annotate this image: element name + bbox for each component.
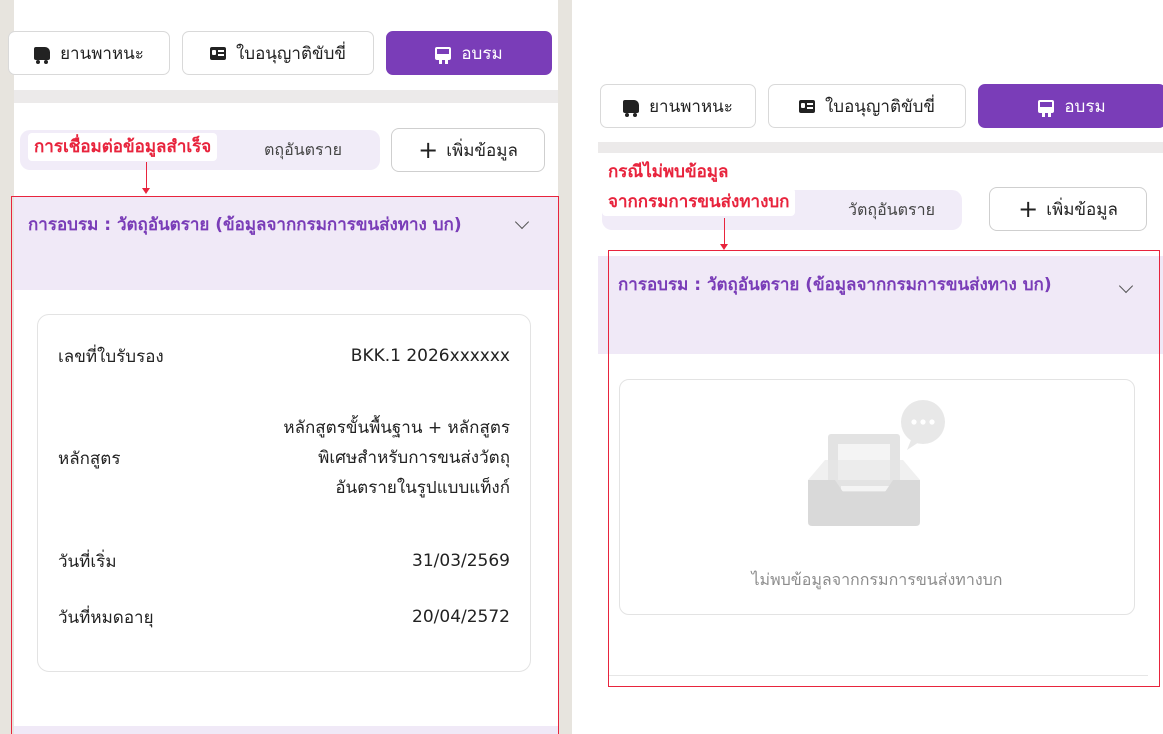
truck-icon (623, 99, 640, 117)
tab-vehicle[interactable]: ยานพาหนะ (600, 84, 756, 128)
id-card-icon (798, 99, 815, 113)
tab-training[interactable]: อบรม (978, 84, 1163, 128)
right-panel-not-found-state: ยานพาหนะ ใบอนุญาติขับขี่ อบรม วัตถุอันตร… (598, 63, 1163, 734)
left-panel-success-state: ยานพาหนะ ใบอนุญาติขับขี่ อบรม ตถุอันตราย… (0, 0, 572, 734)
add-data-button[interactable]: + เพิ่มข้อมูล (391, 128, 545, 172)
tab-vehicle-label: ยานพาหนะ (60, 43, 144, 64)
divider (14, 90, 558, 103)
plus-icon: + (418, 136, 439, 164)
truck-icon (34, 46, 51, 64)
annotation-arrow (142, 162, 150, 194)
annotation-not-found-line2: จากกรมการขนส่งทางบก (602, 188, 796, 216)
filter-chip-label: ตถุอันตราย (264, 139, 342, 159)
tab-training-label: อบรม (1064, 96, 1106, 117)
divider (598, 142, 1163, 153)
tab-training[interactable]: อบรม (386, 31, 552, 75)
tab-license-label: ใบอนุญาติขับขี่ (824, 96, 936, 117)
annotation-not-found-line1: กรณีไม่พบข้อมูล (602, 158, 735, 184)
plus-icon: + (1018, 195, 1039, 223)
tab-training-label: อบรม (461, 43, 503, 64)
tab-vehicle[interactable]: ยานพาหนะ (8, 31, 170, 75)
highlight-box (608, 250, 1160, 687)
id-card-icon (209, 46, 226, 60)
add-data-label: เพิ่มข้อมูล (446, 140, 518, 161)
annotation-arrow (720, 218, 728, 250)
training-icon (435, 46, 452, 64)
tab-license[interactable]: ใบอนุญาติขับขี่ (182, 31, 374, 75)
tab-license[interactable]: ใบอนุญาติขับขี่ (768, 84, 966, 128)
add-data-label: เพิ่มข้อมูล (1046, 199, 1118, 220)
annotation-success: การเชื่อมต่อข้อมูลสำเร็จ (28, 133, 218, 161)
training-icon (1038, 99, 1055, 117)
tab-bar: ยานพาหนะ ใบอนุญาติขับขี่ อบรม (8, 31, 552, 75)
tab-bar: ยานพาหนะ ใบอนุญาติขับขี่ อบรม (600, 84, 1163, 128)
tab-vehicle-label: ยานพาหนะ (649, 96, 733, 117)
tab-license-label: ใบอนุญาติขับขี่ (235, 43, 347, 64)
add-data-button[interactable]: + เพิ่มข้อมูล (989, 187, 1147, 231)
highlight-box (11, 196, 559, 734)
filter-chip-label: วัตถุอันตราย (848, 199, 935, 219)
map-background-right (558, 0, 572, 734)
